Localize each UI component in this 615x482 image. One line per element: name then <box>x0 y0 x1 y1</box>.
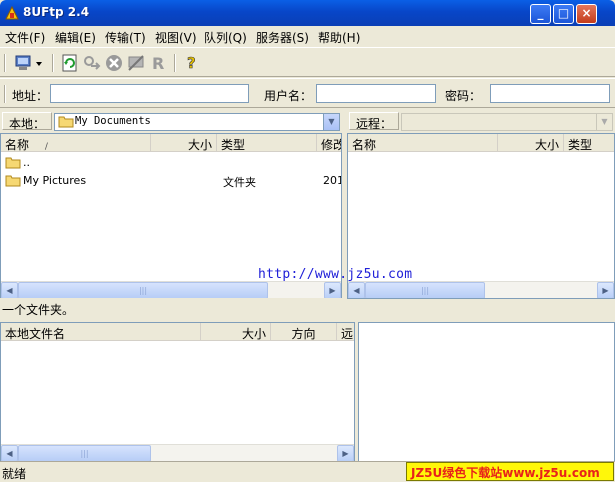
site-manager-icon[interactable] <box>14 53 44 73</box>
column-direction[interactable]: 方向 <box>271 323 337 341</box>
host-label: 地址： <box>12 89 49 103</box>
scroll-right-icon[interactable]: ▶ <box>324 282 341 298</box>
list-item[interactable]: .. <box>1 154 341 171</box>
status-bar: 就绪 JZ5U绿色下载站www.jz5u.com <box>0 461 615 481</box>
username-input[interactable] <box>316 84 436 103</box>
list-item[interactable]: My Pictures 文件夹 201 <box>1 172 341 189</box>
local-label: 本地： <box>2 112 53 131</box>
password-input[interactable] <box>490 84 610 103</box>
sort-indicator: / <box>44 142 48 152</box>
toolbar-grip <box>4 54 6 72</box>
local-status: 一个文件夹。 <box>0 298 342 318</box>
column-size[interactable]: 大小 <box>498 134 564 152</box>
help-icon[interactable]: ? <box>182 53 202 73</box>
file-type: 文件夹 <box>223 176 256 189</box>
app-window: 8UFtp 2.4 _ □ × 文件(F) 编辑(E) 传输(T) 视图(V) … <box>0 0 615 481</box>
remote-column-header: 名称 大小 类型 <box>348 134 614 152</box>
site-banner: JZ5U绿色下载站www.jz5u.com <box>406 462 614 481</box>
column-remote[interactable]: 远 <box>337 323 354 341</box>
column-size[interactable]: 大小 <box>201 323 271 341</box>
title-bar[interactable]: 8UFtp 2.4 _ □ × <box>0 0 615 26</box>
remote-label: 远程： <box>349 112 400 131</box>
scroll-thumb[interactable]: ||| <box>18 445 151 461</box>
queue-column-header: 本地文件名 大小 方向 远 <box>1 323 354 341</box>
scroll-thumb[interactable]: ||| <box>365 282 485 298</box>
menu-file[interactable]: 文件(F) <box>5 29 45 46</box>
menu-transfer[interactable]: 传输(T) <box>105 29 146 46</box>
local-column-header: 名称 / 大小 类型 修改 <box>1 134 341 152</box>
log-panel[interactable] <box>358 322 615 462</box>
toolbar-separator <box>52 54 54 72</box>
remote-path-combo[interactable]: ▼ <box>401 113 613 131</box>
menu-help[interactable]: 帮助(H) <box>318 29 360 46</box>
queue-list[interactable]: 本地文件名 大小 方向 远 ◀ ||| ▶ <box>0 322 355 462</box>
chevron-down-icon[interactable]: ▼ <box>596 114 612 130</box>
password-label: 密码： <box>445 89 482 103</box>
toolbar-separator <box>174 54 176 72</box>
column-name[interactable]: 名称 <box>348 134 498 152</box>
reconnect-icon[interactable]: R <box>148 53 168 73</box>
folder-icon <box>5 157 21 169</box>
disconnect-icon[interactable] <box>126 53 146 73</box>
local-panel-header: 本地： My Documents ▼ <box>0 110 342 132</box>
menu-bar: 文件(F) 编辑(E) 传输(T) 视图(V) 队列(Q) 服务器(S) 帮助(… <box>0 26 615 46</box>
file-modified: 201 <box>323 174 342 187</box>
menu-edit[interactable]: 编辑(E) <box>55 29 96 46</box>
menu-server[interactable]: 服务器(S) <box>256 29 309 46</box>
watermark-url: http://www.jz5u.com <box>258 267 413 282</box>
app-logo-icon <box>5 5 19 20</box>
toolbar: R ? <box>0 47 615 77</box>
column-name[interactable]: 名称 / <box>1 134 151 152</box>
folder-icon <box>5 175 21 187</box>
connection-bar: 地址： 用户名： 密码： <box>0 78 615 108</box>
remote-panel-header: 远程： ▼ <box>347 110 615 132</box>
host-input[interactable] <box>50 84 249 103</box>
scroll-right-icon[interactable]: ▶ <box>597 282 614 298</box>
scroll-left-icon[interactable]: ◀ <box>348 282 365 298</box>
scroll-left-icon[interactable]: ◀ <box>1 445 18 461</box>
file-name: .. <box>23 156 30 169</box>
column-type[interactable]: 类型 <box>564 134 614 152</box>
scroll-right-icon[interactable]: ▶ <box>337 445 354 461</box>
svg-text:?: ? <box>187 54 196 72</box>
status-text: 就绪 <box>2 467 27 481</box>
maximize-button[interactable]: □ <box>553 4 574 24</box>
scroll-left-icon[interactable]: ◀ <box>1 282 18 298</box>
column-modified[interactable]: 修改 <box>317 134 341 152</box>
window-title: 8UFtp 2.4 <box>23 5 90 19</box>
username-label: 用户名： <box>264 89 313 103</box>
refresh-icon[interactable] <box>60 53 80 73</box>
local-path-text: My Documents <box>75 115 151 127</box>
file-name: My Pictures <box>23 174 87 187</box>
remote-hscroll[interactable]: ◀ ||| ▶ <box>348 281 614 298</box>
svg-text:R: R <box>152 54 164 73</box>
menu-view[interactable]: 视图(V) <box>155 29 197 46</box>
toolbar-grip <box>4 85 6 103</box>
queue-hscroll[interactable]: ◀ ||| ▶ <box>1 444 354 461</box>
column-local-filename[interactable]: 本地文件名 <box>1 323 201 341</box>
close-button[interactable]: × <box>576 4 597 24</box>
folder-icon <box>58 116 74 128</box>
scroll-thumb[interactable]: ||| <box>18 282 268 298</box>
local-hscroll[interactable]: ◀ ||| ▶ <box>1 281 341 298</box>
column-size[interactable]: 大小 <box>151 134 217 152</box>
cancel-icon[interactable] <box>104 53 124 73</box>
chevron-down-icon[interactable]: ▼ <box>323 114 339 130</box>
connect-icon[interactable] <box>82 53 102 73</box>
column-type[interactable]: 类型 <box>217 134 317 152</box>
menu-queue[interactable]: 队列(Q) <box>204 29 247 46</box>
local-path-combo[interactable]: My Documents ▼ <box>54 113 340 131</box>
minimize-button[interactable]: _ <box>530 4 551 24</box>
